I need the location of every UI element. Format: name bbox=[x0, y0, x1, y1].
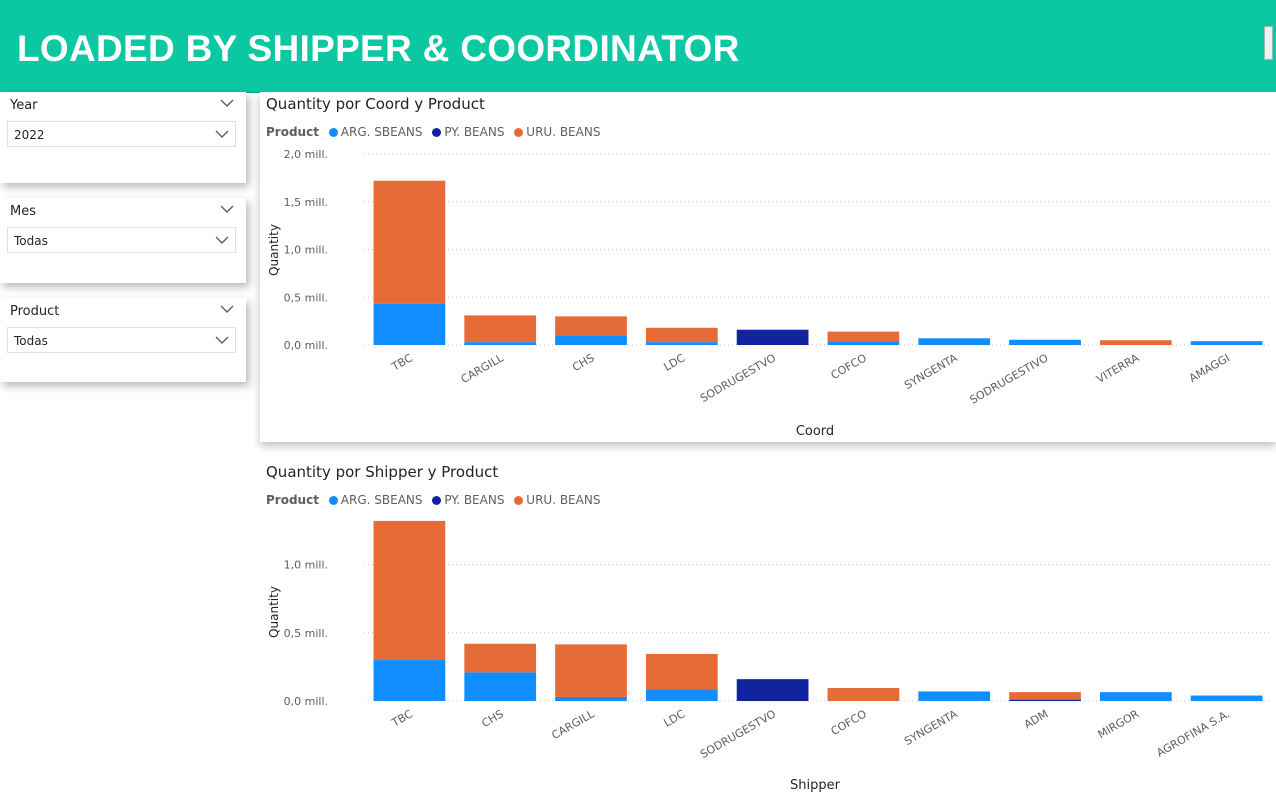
x-tick-label: TBC bbox=[389, 351, 415, 374]
bar-segment[interactable] bbox=[736, 329, 809, 345]
x-tick-label: AGROFINA S.A. bbox=[1154, 707, 1232, 759]
chevron-down-icon[interactable] bbox=[220, 304, 234, 314]
slicer-title: Product bbox=[10, 304, 60, 319]
bar-segment[interactable] bbox=[555, 316, 627, 336]
bar-segment[interactable] bbox=[1099, 692, 1172, 701]
x-tick-label: SODRUGESTVO bbox=[698, 351, 778, 405]
bar-segment[interactable] bbox=[373, 303, 446, 345]
chevron-down-icon[interactable] bbox=[220, 98, 234, 108]
bar-segment[interactable] bbox=[464, 315, 537, 343]
month-dropdown[interactable]: Todas bbox=[7, 227, 236, 253]
bar-segment[interactable] bbox=[645, 342, 718, 345]
x-tick-label: COFCO bbox=[829, 351, 870, 382]
bar-segment[interactable] bbox=[464, 342, 537, 345]
y-tick-label: 0,5 mill. bbox=[284, 627, 328, 640]
x-tick-label: CARGILL bbox=[459, 351, 507, 386]
chevron-down-icon bbox=[215, 336, 229, 344]
x-tick-label: COFCO bbox=[829, 707, 870, 738]
x-tick-label: ADM bbox=[1022, 707, 1051, 731]
bar-segment[interactable] bbox=[827, 688, 900, 701]
x-tick-label: VITERRA bbox=[1094, 351, 1141, 386]
y-tick-label: 1,5 mill. bbox=[284, 196, 328, 209]
bar-segment[interactable] bbox=[645, 327, 718, 343]
x-tick-label: LDC bbox=[662, 707, 688, 730]
bar-segment[interactable] bbox=[1099, 340, 1172, 345]
slicer-year: Year 2022 bbox=[0, 92, 246, 183]
bar-segment[interactable] bbox=[555, 696, 627, 701]
x-tick-label: CHS bbox=[570, 351, 596, 374]
bar-segment[interactable] bbox=[1190, 341, 1263, 345]
chart-plot-coord: 0,0 mill. 0,5 mill. 1,0 mill. 1,5 mill. 2,0 … bbox=[267, 148, 1272, 439]
bar-segment[interactable] bbox=[555, 644, 627, 697]
bar-segment[interactable] bbox=[918, 338, 991, 345]
page-title: LOADED BY SHIPPER & COORDINATOR bbox=[17, 28, 740, 69]
slicer-month: Mes Todas bbox=[0, 198, 246, 283]
scroll-handle[interactable] bbox=[1264, 26, 1273, 60]
x-axis-label: Coord bbox=[796, 424, 834, 439]
product-dropdown-value: Todas bbox=[14, 334, 48, 348]
month-dropdown-value: Todas bbox=[14, 234, 48, 248]
y-tick-label: 2,0 mill. bbox=[284, 148, 328, 161]
x-tick-label: CARGILL bbox=[549, 707, 597, 742]
slicer-title: Mes bbox=[10, 204, 36, 219]
bar-segment[interactable] bbox=[645, 653, 718, 690]
bar-segment[interactable] bbox=[1009, 339, 1081, 345]
chevron-down-icon bbox=[215, 236, 229, 244]
bar-segment[interactable] bbox=[373, 520, 446, 661]
y-axis-label: Quantity bbox=[267, 224, 281, 276]
y-tick-label: 0,5 mill. bbox=[284, 291, 328, 304]
x-tick-label: TBC bbox=[389, 707, 415, 730]
bar-segment[interactable] bbox=[464, 643, 537, 673]
bar-segment[interactable] bbox=[736, 679, 809, 701]
slicer-title: Year bbox=[10, 98, 38, 113]
y-tick-label: 0,0 mill. bbox=[284, 695, 328, 708]
x-tick-label: SODRUGESTIVO bbox=[968, 351, 1051, 407]
bar-segment[interactable] bbox=[1190, 695, 1263, 701]
bar-segment[interactable] bbox=[373, 180, 446, 304]
chart-coord[interactable]: Quantity por Coord y Product Product ARG… bbox=[260, 92, 1276, 442]
y-tick-label: 1,0 mill. bbox=[284, 244, 328, 257]
chevron-down-icon[interactable] bbox=[220, 204, 234, 214]
bar-segment[interactable] bbox=[555, 335, 627, 345]
bar-segment[interactable] bbox=[1009, 692, 1081, 700]
year-dropdown[interactable]: 2022 bbox=[7, 121, 236, 147]
slicer-product: Product Todas bbox=[0, 298, 246, 382]
x-tick-label: SYNGENTA bbox=[902, 351, 960, 392]
x-tick-label: SYNGENTA bbox=[902, 707, 960, 748]
bar-segment[interactable] bbox=[645, 689, 718, 701]
bar-segment[interactable] bbox=[827, 341, 900, 345]
product-dropdown[interactable]: Todas bbox=[7, 327, 236, 353]
x-tick-label: LDC bbox=[662, 351, 688, 374]
bar-segment[interactable] bbox=[918, 691, 991, 701]
bar-segment[interactable] bbox=[827, 331, 900, 342]
y-tick-label: 0,0 mill. bbox=[284, 339, 328, 352]
bar-segment[interactable] bbox=[464, 672, 537, 701]
chevron-down-icon bbox=[215, 130, 229, 138]
x-tick-label: MIRGOR bbox=[1096, 707, 1142, 741]
x-axis-label: Shipper bbox=[790, 778, 841, 793]
report-header: LOADED BY SHIPPER & COORDINATOR bbox=[0, 0, 1276, 93]
bar-segment[interactable] bbox=[1009, 699, 1081, 701]
x-tick-label: AMAGGI bbox=[1187, 351, 1232, 385]
y-tick-label: 1,0 mill. bbox=[284, 559, 328, 572]
bar-segment[interactable] bbox=[373, 660, 446, 701]
x-tick-label: SODRUGESTVO bbox=[698, 707, 778, 761]
chart-plot-shipper: 0,0 mill. 0,5 mill. 1,0 mill. Quantity TBC CH… bbox=[267, 520, 1272, 793]
x-tick-label: CHS bbox=[479, 707, 505, 730]
chart-shipper[interactable]: Quantity por Shipper y Product Product A… bbox=[260, 460, 1276, 796]
year-dropdown-value: 2022 bbox=[14, 128, 45, 142]
y-axis-label: Quantity bbox=[267, 586, 281, 638]
